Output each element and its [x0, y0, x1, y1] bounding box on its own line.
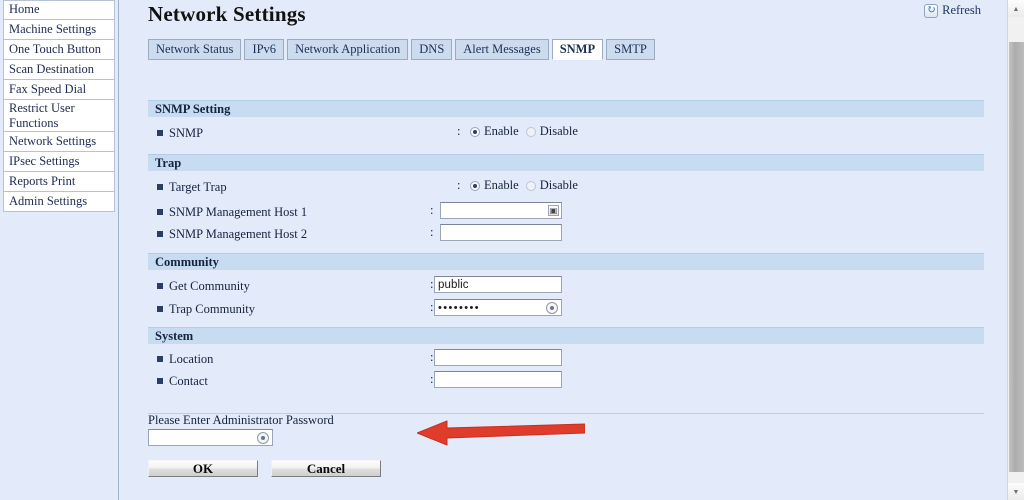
input-get-community[interactable]: public	[434, 276, 562, 293]
bullet-icon	[157, 209, 163, 215]
radio-snmp-enable[interactable]: Enable	[470, 124, 519, 139]
label-contact: Contact	[169, 373, 208, 388]
sidebar-item-scan-destination[interactable]: Scan Destination	[3, 60, 115, 80]
row-get-community: Get Community	[148, 276, 250, 296]
radio-snmp-enable-icon	[470, 126, 480, 137]
input-management-host-2[interactable]	[440, 224, 562, 241]
row-target-trap: Target Trap	[148, 177, 227, 197]
reveal-password-icon[interactable]	[257, 432, 269, 444]
section-header-snmp-setting: SNMP Setting	[148, 100, 984, 117]
colon-get-community: :	[430, 277, 434, 291]
radio-target-trap-enable-icon	[470, 180, 480, 191]
refresh-icon: ↻	[924, 3, 939, 18]
sidebar-item-reports-print[interactable]: Reports Print	[3, 172, 115, 192]
colon-host-1: :	[430, 203, 434, 217]
sidebar-item-fax-speed-dial[interactable]: Fax Speed Dial	[3, 80, 115, 100]
label-management-host-1: SNMP Management Host 1	[169, 204, 308, 219]
label-target-trap: Target Trap	[169, 179, 227, 194]
row-trap-community: Trap Community	[148, 299, 255, 319]
input-trap-community[interactable]: ••••••••	[434, 299, 562, 316]
radio-group-snmp: Enable Disable	[470, 124, 578, 139]
row-snmp: SNMP	[148, 123, 203, 143]
browser-page: Home Machine Settings One Touch Button Scan…	[0, 0, 1024, 500]
main-content: Network Settings ↻ Refresh Network Statu…	[120, 0, 1005, 500]
radio-target-trap-disable-icon	[525, 180, 536, 191]
tab-bar: Network Status IPv6 Network Application DNS…	[148, 39, 655, 60]
input-location[interactable]	[434, 349, 562, 366]
colon-contact: :	[430, 372, 434, 386]
row-location: Location	[148, 349, 213, 369]
row-contact: Contact	[148, 371, 208, 391]
reveal-password-icon[interactable]	[546, 302, 558, 314]
red-arrow-icon	[417, 420, 585, 446]
bullet-icon	[157, 378, 163, 384]
label-trap-community: Trap Community	[169, 301, 256, 316]
input-get-community-value: public	[438, 278, 469, 291]
radio-snmp-disable-label: Disable	[539, 124, 578, 138]
label-get-community: Get Community	[169, 278, 250, 293]
row-management-host-2: SNMP Management Host 2	[148, 224, 307, 244]
radio-snmp-enable-label: Enable	[484, 124, 519, 138]
vertical-scrollbar[interactable]: ▲ ▼	[1007, 0, 1024, 500]
sidebar-item-ipsec-settings[interactable]: IPsec Settings	[3, 152, 115, 172]
input-contact[interactable]	[434, 371, 562, 388]
chevron-up-icon[interactable]: ▲	[1008, 0, 1024, 17]
page-title: Network Settings	[148, 2, 306, 26]
section-header-trap: Trap	[148, 154, 984, 171]
radio-snmp-disable[interactable]: Disable	[525, 124, 578, 139]
tab-network-application[interactable]: Network Application	[287, 39, 409, 60]
sidebar-item-machine-settings[interactable]: Machine Settings	[3, 20, 115, 40]
sidebar-item-restrict-user-functions[interactable]: Restrict User Functions	[3, 100, 115, 132]
password-prompt-label: Please Enter Administrator Password	[148, 413, 334, 427]
tab-smtp[interactable]: SMTP	[606, 39, 655, 60]
tab-dns[interactable]: DNS	[411, 39, 453, 60]
scrollbar-thumb[interactable]	[1009, 42, 1024, 472]
input-administrator-password[interactable]	[148, 429, 273, 446]
section-header-community: Community	[148, 253, 984, 270]
colon-target-trap: :	[457, 178, 461, 192]
tab-alert-messages[interactable]: Alert Messages	[455, 39, 549, 60]
colon-snmp: :	[457, 124, 461, 138]
input-trap-community-value: ••••••••	[438, 301, 481, 314]
radio-group-target-trap: Enable Disable	[470, 178, 578, 193]
sidebar-nav-list: Home Machine Settings One Touch Button Scan…	[0, 0, 118, 212]
sidebar-item-one-touch-button[interactable]: One Touch Button	[3, 40, 115, 60]
radio-snmp-disable-icon	[525, 126, 536, 137]
tab-snmp[interactable]: SNMP	[551, 39, 604, 60]
section-header-system: System	[148, 327, 984, 344]
bullet-icon	[157, 184, 163, 190]
sidebar-item-home[interactable]: Home	[3, 0, 115, 20]
label-snmp: SNMP	[169, 125, 204, 140]
row-management-host-1: SNMP Management Host 1	[148, 202, 307, 222]
bullet-icon	[157, 283, 163, 289]
colon-trap-community: :	[430, 300, 434, 314]
label-management-host-2: SNMP Management Host 2	[169, 226, 308, 241]
colon-host-2: :	[430, 225, 434, 239]
radio-target-trap-enable-label: Enable	[484, 178, 519, 192]
radio-target-trap-disable[interactable]: Disable	[525, 178, 578, 193]
colon-location: :	[430, 350, 434, 364]
tab-ipv6[interactable]: IPv6	[244, 39, 285, 60]
picker-button-icon[interactable]: ▣	[548, 205, 559, 216]
label-location: Location	[169, 351, 214, 366]
sidebar-item-admin-settings[interactable]: Admin Settings	[3, 192, 115, 212]
bullet-icon	[157, 231, 163, 237]
input-management-host-1[interactable]: ▣	[440, 202, 562, 219]
sidebar: Home Machine Settings One Touch Button Scan…	[0, 0, 119, 500]
sidebar-item-network-settings[interactable]: Network Settings	[3, 132, 115, 152]
tab-network-status[interactable]: Network Status	[148, 39, 242, 60]
radio-target-trap-disable-label: Disable	[539, 178, 578, 192]
bullet-icon	[157, 356, 163, 362]
refresh-label: Refresh	[942, 3, 981, 17]
refresh-button[interactable]: ↻ Refresh	[924, 3, 981, 18]
bullet-icon	[157, 306, 163, 312]
ok-button[interactable]: OK	[148, 460, 258, 477]
radio-target-trap-enable[interactable]: Enable	[470, 178, 519, 193]
bullet-icon	[157, 130, 163, 136]
chevron-down-icon[interactable]: ▼	[1008, 483, 1024, 500]
cancel-button[interactable]: Cancel	[271, 460, 381, 477]
